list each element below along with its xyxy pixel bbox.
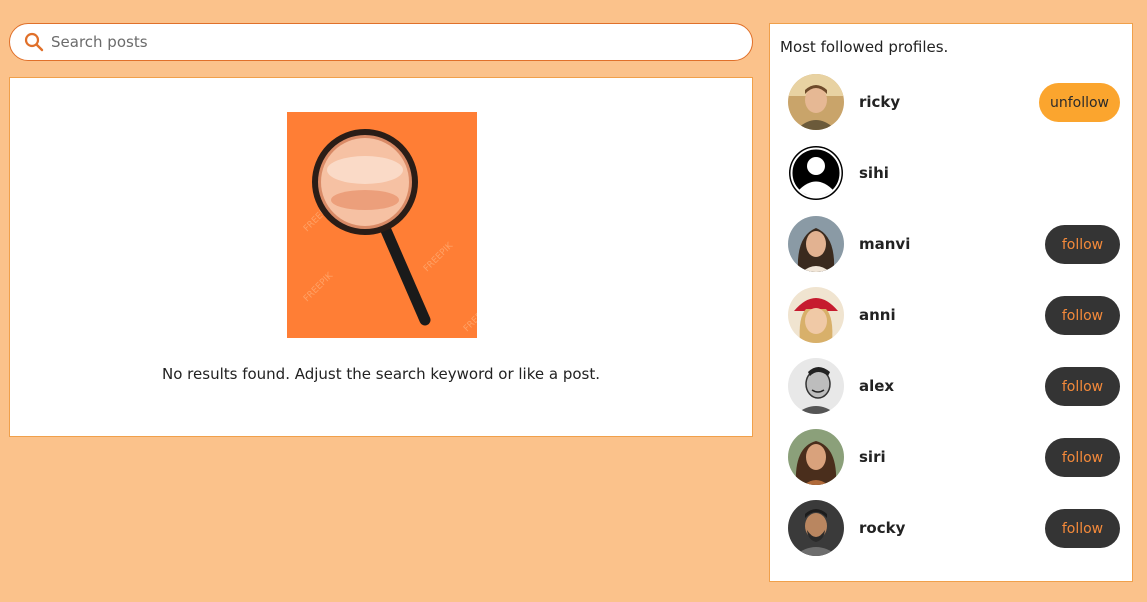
default-avatar-icon[interactable]	[788, 145, 844, 201]
profile-row: manvi follow	[770, 216, 1132, 274]
search-bar[interactable]	[9, 23, 753, 61]
avatar[interactable]	[788, 358, 844, 414]
profile-row: siri follow	[770, 429, 1132, 487]
profile-name[interactable]: ricky	[859, 93, 900, 111]
results-panel: FREEPIK FREEPIK FREEPIK FREEPIK FREEPIK …	[9, 77, 753, 437]
profile-name[interactable]: siri	[859, 448, 886, 466]
profile-row: alex follow	[770, 358, 1132, 416]
avatar[interactable]	[788, 429, 844, 485]
follow-button[interactable]: follow	[1045, 367, 1120, 406]
magnifier-illustration: FREEPIK FREEPIK FREEPIK FREEPIK FREEPIK	[287, 112, 477, 338]
avatar[interactable]	[788, 216, 844, 272]
profile-row: anni follow	[770, 287, 1132, 345]
follow-button[interactable]: follow	[1045, 438, 1120, 477]
empty-results-message: No results found. Adjust the search keyw…	[162, 365, 600, 383]
search-input[interactable]	[51, 33, 731, 51]
follow-button[interactable]: follow	[1045, 296, 1120, 335]
profiles-panel: Most followed profiles. ricky unfollow s…	[769, 23, 1133, 582]
profiles-title: Most followed profiles.	[780, 38, 949, 56]
profile-name[interactable]: manvi	[859, 235, 910, 253]
unfollow-button[interactable]: unfollow	[1039, 83, 1120, 122]
profile-row: ricky unfollow	[770, 74, 1132, 132]
search-icon	[24, 32, 44, 52]
profile-name[interactable]: rocky	[859, 519, 905, 537]
profile-name[interactable]: sihi	[859, 164, 889, 182]
avatar[interactable]	[788, 500, 844, 556]
profile-row: rocky follow	[770, 500, 1132, 558]
profile-row: sihi	[770, 145, 1132, 203]
avatar[interactable]	[788, 74, 844, 130]
avatar[interactable]	[788, 287, 844, 343]
follow-button[interactable]: follow	[1045, 509, 1120, 548]
follow-button[interactable]: follow	[1045, 225, 1120, 264]
profile-name[interactable]: anni	[859, 306, 896, 324]
profile-name[interactable]: alex	[859, 377, 894, 395]
